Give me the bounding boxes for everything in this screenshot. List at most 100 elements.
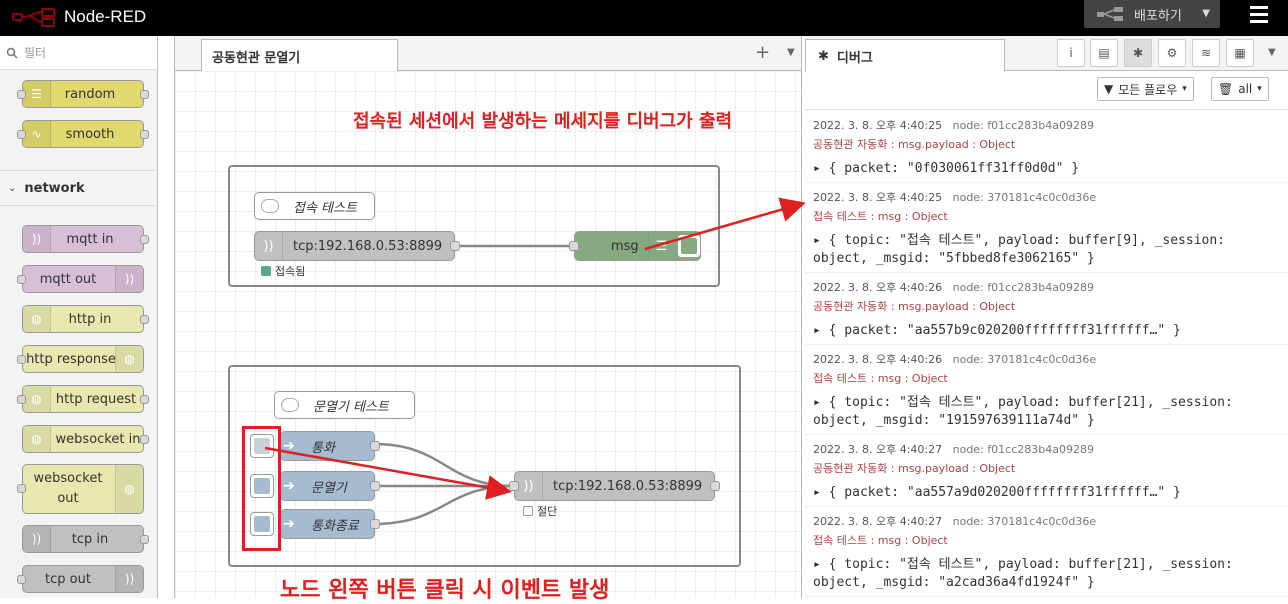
node-label: smooth (65, 126, 115, 142)
palette-node-websocket-in[interactable]: ◍ websocket in (22, 425, 149, 453)
message-time: 2022. 3. 8. 오후 4:40:27 (813, 443, 943, 456)
input-port (17, 90, 26, 99)
message-node[interactable]: node: 370181c4c0c0d36e (953, 191, 1097, 204)
message-line: { packet: "0f030061ff31ff0d0d" } (828, 161, 1080, 176)
wifi-icon: )) (115, 266, 143, 292)
annotation-top: 접속된 세션에서 발생하는 메세지를 디버그가 출력 (353, 111, 733, 132)
message-line: object, _msgid: "5fbbed8fe3062165" } (813, 251, 1095, 266)
message-node[interactable]: node: 370181c4c0c0d36e (953, 353, 1097, 366)
debug-message[interactable]: 2022. 3. 8. 오후 4:40:27 node: 370181c4c0c… (805, 507, 1288, 597)
output-port (140, 90, 149, 99)
node-label: mqtt out (39, 271, 97, 287)
main-menu-button[interactable] (1250, 6, 1274, 28)
message-node[interactable]: node: f01cc283b4a09289 (953, 281, 1094, 294)
debug-message[interactable]: 2022. 3. 8. 오후 4:40:27 node: f01cc283b4a… (805, 435, 1288, 507)
node-label: random (64, 86, 116, 102)
palette-node-http-in[interactable]: ◍ http in (22, 305, 149, 333)
info-icon[interactable]: i (1057, 39, 1085, 67)
palette-node-mqtt-out[interactable]: mqtt out )) (17, 265, 144, 293)
node-label: http response (26, 351, 116, 367)
message-body[interactable]: ▸ { topic: "접속 테스트", payload: buffer[9],… (813, 232, 1280, 268)
deploy-button[interactable]: 배포하기 ▼ (1084, 0, 1220, 28)
tab-flow[interactable]: 공동현관 문열기 (201, 39, 398, 72)
palette: 필터 ☰ random ∿ smooth ⌄ network )) mqtt i… (0, 36, 158, 598)
output-port (140, 235, 149, 244)
debug-message[interactable]: 2022. 3. 8. 오후 4:40:25 node: f01cc283b4a… (805, 111, 1288, 183)
output-port (140, 315, 149, 324)
node-label: websocket in (55, 431, 141, 447)
sidebar-menu-caret-icon[interactable]: ▼ (1268, 47, 1276, 58)
filter-icon: ▼ (1104, 82, 1114, 96)
palette-node-tcp-out[interactable]: tcp out )) (17, 565, 144, 593)
expand-icon[interactable]: ▸ (813, 233, 829, 248)
input-port (17, 130, 26, 139)
node-label: http request (55, 391, 137, 407)
message-path: 접속 테스트 : msg : Object (813, 534, 948, 547)
palette-node-random[interactable]: ☰ random (17, 80, 149, 108)
caret-down-icon: ▾ (1257, 84, 1262, 94)
message-path: 공동현관 자동화 : msg.payload : Object (813, 138, 1016, 151)
node-label: mqtt in (66, 231, 114, 247)
expand-icon[interactable]: ▸ (813, 557, 829, 572)
message-body[interactable]: ▸ { packet: "0f030061ff31ff0d0d" } (813, 160, 1280, 178)
clear-label: all (1238, 82, 1253, 96)
expand-icon[interactable]: ▸ (813, 323, 829, 338)
palette-search[interactable]: 필터 (0, 36, 157, 70)
database-icon[interactable]: ≋ (1192, 39, 1220, 67)
input-port (17, 484, 26, 493)
expand-icon[interactable]: ▸ (813, 161, 829, 176)
palette-node-mqtt-in[interactable]: )) mqtt in (22, 225, 149, 253)
book-icon[interactable]: ▤ (1090, 39, 1118, 67)
filter-dropdown[interactable]: ▼ 모든 플로우 ▾ (1097, 77, 1194, 101)
palette-node-http-response[interactable]: http response ◍ (17, 345, 144, 373)
tab-menu-caret-icon[interactable]: ▼ (787, 47, 795, 58)
gear-icon[interactable]: ⚙ (1158, 39, 1186, 67)
output-port (140, 130, 149, 139)
debug-message[interactable]: 2022. 3. 8. 오후 4:40:26 node: f01cc283b4a… (805, 273, 1288, 345)
expand-icon[interactable]: ▸ (813, 485, 829, 500)
flow-canvas[interactable]: 접속 테스트 )) tcp:192.168.0.53:8899 접속됨 msg … (175, 71, 806, 603)
message-node[interactable]: node: f01cc283b4a09289 (953, 443, 1094, 456)
logo: Node-RED (12, 7, 146, 27)
clear-dropdown[interactable]: 🗑 all ▾ (1211, 77, 1269, 101)
random-icon: ☰ (23, 81, 51, 107)
palette-node-http-request[interactable]: ◍ http request (17, 385, 149, 413)
palette-node-smooth[interactable]: ∿ smooth (17, 120, 149, 148)
sidebar-tabs: ✱ 디버그 i ▤ ✱ ⚙ ≋ ▦ ▼ (805, 36, 1288, 72)
tab-bar: 공동현관 문열기 + ▼ (175, 36, 801, 72)
app-name: Node-RED (64, 7, 147, 26)
menu-bar (1250, 6, 1268, 9)
debug-message[interactable]: 2022. 3. 8. 오후 4:40:26 node: 370181c4c0c… (805, 345, 1288, 435)
globe-icon: ◍ (115, 465, 143, 513)
message-time: 2022. 3. 8. 오후 4:40:27 (813, 515, 943, 528)
message-node[interactable]: node: 370181c4c0c0d36e (953, 515, 1097, 528)
message-body[interactable]: ▸ { packet: "aa557a9d020200ffffffff31fff… (813, 484, 1280, 502)
category-network-header[interactable]: ⌄ network (0, 170, 157, 206)
message-path: 접속 테스트 : msg : Object (813, 372, 948, 385)
debug-messages[interactable]: 2022. 3. 8. 오후 4:40:25 node: f01cc283b4a… (805, 111, 1288, 598)
message-body[interactable]: ▸ { topic: "접속 테스트", payload: buffer[21]… (813, 556, 1280, 592)
message-body[interactable]: ▸ { packet: "aa557b9c020200ffffffff31fff… (813, 322, 1280, 340)
deploy-icon (1097, 7, 1123, 21)
message-line: object, _msgid: "191597639111a74d" } (813, 413, 1095, 428)
expand-icon[interactable]: ▸ (813, 395, 829, 410)
chart-icon[interactable]: ▦ (1226, 39, 1254, 67)
tab-debug[interactable]: ✱ 디버그 (805, 39, 1005, 72)
add-tab-icon[interactable]: + (755, 42, 770, 63)
trash-icon: 🗑 (1218, 82, 1234, 96)
wifi-icon: )) (23, 226, 51, 252)
message-time: 2022. 3. 8. 오후 4:40:26 (813, 353, 943, 366)
input-port (17, 275, 26, 284)
deploy-label: 배포하기 (1134, 8, 1182, 24)
palette-node-websocket-out[interactable]: websocket out ◍ (17, 464, 144, 514)
sidebar: ✱ 디버그 i ▤ ✱ ⚙ ≋ ▦ ▼ ▼ 모든 플로우 ▾ 🗑 all ▾ 2… (805, 36, 1288, 598)
message-node[interactable]: node: f01cc283b4a09289 (953, 119, 1094, 132)
bug-icon[interactable]: ✱ (1124, 39, 1152, 67)
caret-down-icon[interactable]: ▼ (1202, 8, 1210, 19)
message-time: 2022. 3. 8. 오후 4:40:26 (813, 281, 943, 294)
message-body[interactable]: ▸ { topic: "접속 테스트", payload: buffer[21]… (813, 394, 1280, 430)
message-path: 공동현관 자동화 : msg.payload : Object (813, 462, 1016, 475)
tab-label: 공동현관 문열기 (212, 50, 301, 66)
palette-node-tcp-in[interactable]: )) tcp in (22, 525, 149, 553)
debug-message[interactable]: 2022. 3. 8. 오후 4:40:25 node: 370181c4c0c… (805, 183, 1288, 273)
